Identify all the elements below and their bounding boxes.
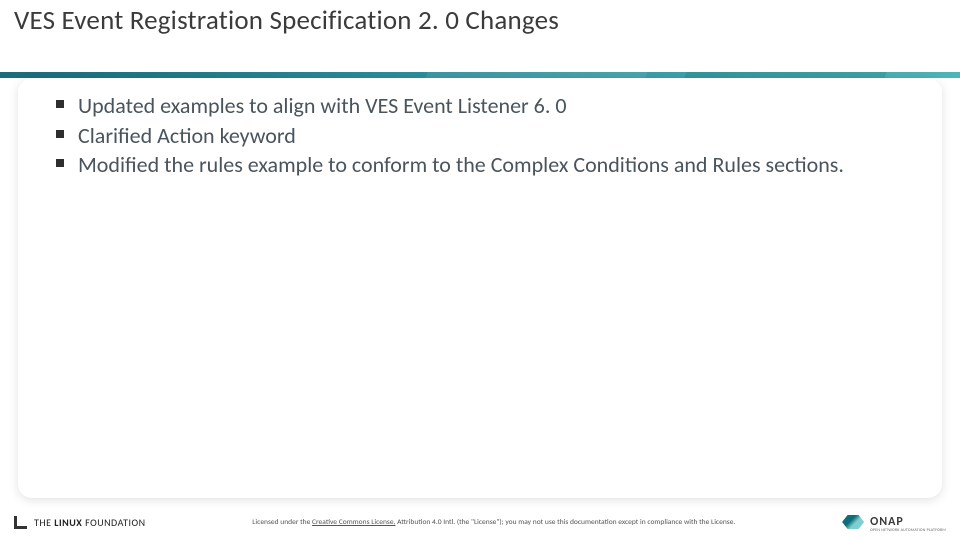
onap-tagline: OPEN NETWORK AUTOMATION PLATFORM: [870, 528, 946, 533]
list-item: Clarified Action keyword: [52, 122, 908, 150]
onap-name: ONAP: [870, 515, 904, 529]
linux-foundation-logo: THE LINUX FOUNDATION: [14, 515, 146, 529]
content-card: Updated examples to align with VES Event…: [18, 78, 942, 498]
list-item: Modified the rules example to conform to…: [52, 151, 908, 179]
onap-logo: ONAP OPEN NETWORK AUTOMATION PLATFORM: [842, 511, 946, 533]
title-bar: VES Event Registration Specification 2. …: [0, 0, 960, 72]
bullet-list: Updated examples to align with VES Event…: [52, 92, 908, 179]
list-item: Updated examples to align with VES Event…: [52, 92, 908, 120]
license-link: Creative Commons License,: [312, 518, 395, 527]
slide: VES Event Registration Specification 2. …: [0, 0, 960, 540]
linux-foundation-icon: [14, 515, 28, 529]
lf-suffix: FOUNDATION: [85, 516, 145, 529]
footer: THE LINUX FOUNDATION Licensed under the …: [0, 504, 960, 540]
license-prefix: Licensed under the: [252, 518, 312, 527]
lf-prefix: THE: [34, 516, 52, 529]
license-suffix: Attribution 4.0 Intl. (the "License"); y…: [395, 518, 735, 527]
onap-icon: [842, 515, 864, 529]
onap-text-block: ONAP OPEN NETWORK AUTOMATION PLATFORM: [870, 511, 946, 533]
slide-title: VES Event Registration Specification 2. …: [14, 4, 559, 37]
license-text: Licensed under the Creative Commons Lice…: [146, 518, 843, 527]
lf-bold: LINUX: [54, 516, 82, 529]
linux-foundation-text: THE LINUX FOUNDATION: [34, 516, 146, 529]
